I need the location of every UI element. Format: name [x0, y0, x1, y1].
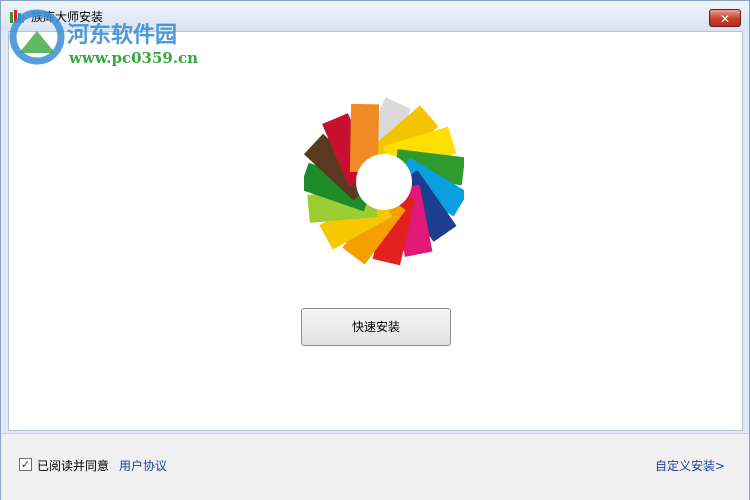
title-bar[interactable]: 族库大师安装 ✕: [1, 1, 749, 31]
installer-window: 族库大师安装 ✕ 快速安装 ✓ 已阅读并同意 用户协议 自定义安装> 河东软件园…: [0, 0, 750, 500]
logo-center: [356, 154, 412, 210]
quick-install-button[interactable]: 快速安装: [301, 308, 451, 346]
window-title: 族库大师安装: [31, 10, 104, 24]
product-logo: [304, 97, 464, 266]
app-icon: [10, 10, 24, 23]
custom-install-link[interactable]: 自定义安装>: [655, 457, 725, 474]
agree-checkbox[interactable]: ✓: [19, 458, 32, 471]
user-agreement-link[interactable]: 用户协议: [119, 457, 167, 474]
footer-bar: ✓ 已阅读并同意 用户协议 自定义安装>: [1, 433, 749, 500]
main-content: 快速安装: [8, 31, 743, 431]
agree-label: 已阅读并同意: [37, 459, 110, 473]
close-button[interactable]: ✕: [709, 9, 741, 27]
